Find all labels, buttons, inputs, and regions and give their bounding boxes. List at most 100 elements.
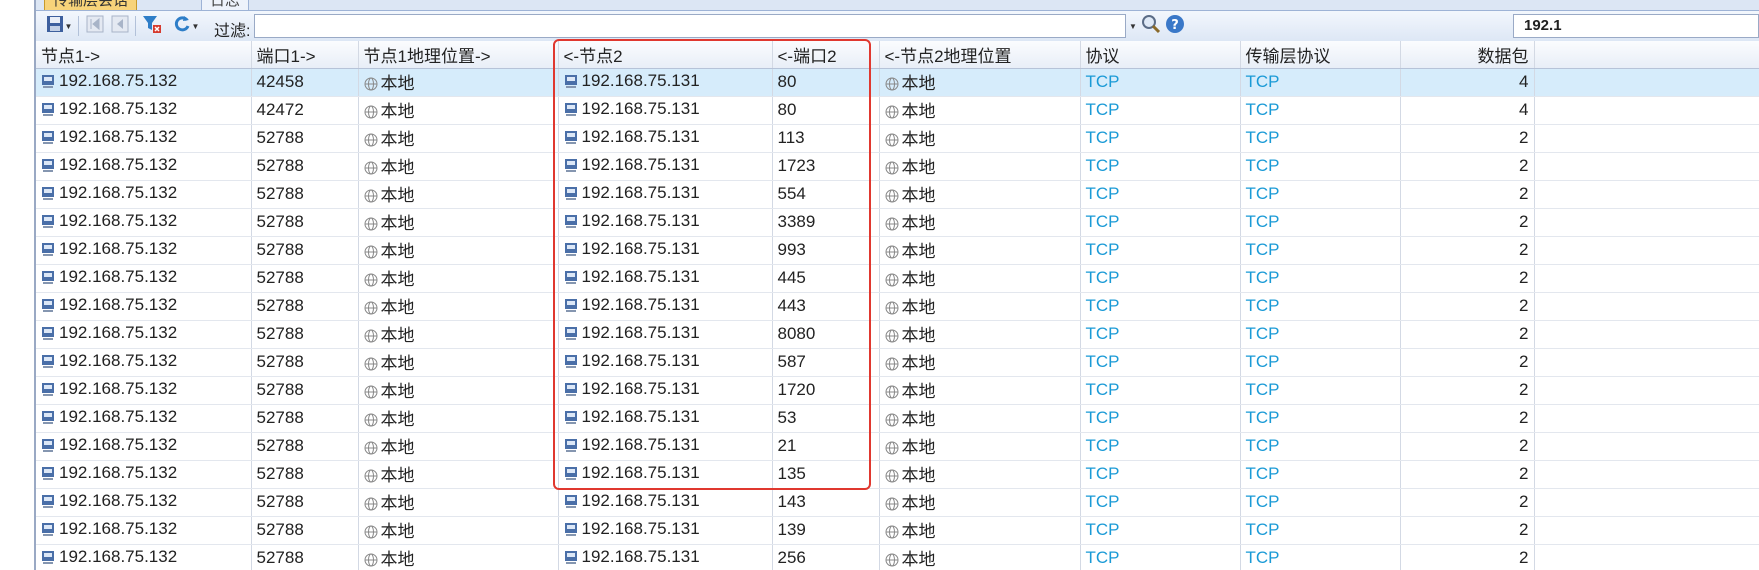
cell-protocol-link[interactable]: TCP	[1080, 292, 1241, 321]
geo2-label: 本地	[901, 297, 936, 317]
column-header-transport-protocol[interactable]: 传输层协议	[1240, 41, 1401, 69]
cell-transport-protocol-link[interactable]: TCP	[1240, 292, 1401, 321]
table-row[interactable]: 192.168.75.132 52788 本地 192.168.75.131 587 本地…	[36, 348, 1759, 377]
cell-protocol-link[interactable]: TCP	[1080, 124, 1241, 153]
cell-node1: 192.168.75.132	[36, 264, 252, 293]
help-button[interactable]: ?	[1164, 14, 1186, 37]
filter-dropdown-button[interactable]: ▼	[1126, 14, 1140, 38]
cell-protocol-link[interactable]: TCP	[1080, 152, 1241, 181]
cell-protocol-link[interactable]: TCP	[1080, 348, 1241, 377]
column-header-geo2[interactable]: <-节点2地理位置	[879, 41, 1081, 69]
cell-protocol-link[interactable]: TCP	[1080, 376, 1241, 405]
cell-packets: 2	[1400, 544, 1535, 570]
table-row[interactable]: 192.168.75.132 52788 本地 192.168.75.131 143 本地…	[36, 488, 1759, 517]
previous-page-icon	[111, 15, 129, 38]
previous-page-button[interactable]	[109, 15, 131, 37]
cell-transport-protocol-link[interactable]: TCP	[1240, 264, 1401, 293]
cell-protocol-link[interactable]: TCP	[1080, 68, 1241, 97]
table-row[interactable]: 192.168.75.132 52788 本地 192.168.75.131 993 本地…	[36, 236, 1759, 265]
cell-transport-protocol-link[interactable]: TCP	[1240, 348, 1401, 377]
table-row[interactable]: 192.168.75.132 52788 本地 192.168.75.131 256 本地…	[36, 544, 1759, 570]
cell-transport-protocol-link[interactable]: TCP	[1240, 544, 1401, 570]
address-field[interactable]: 192.1	[1513, 14, 1759, 38]
globe-icon	[885, 496, 899, 516]
table-row[interactable]: 192.168.75.132 52788 本地 192.168.75.131 21 本地 T…	[36, 432, 1759, 461]
table-row[interactable]: 192.168.75.132 42458 本地 192.168.75.131 80 本地 T…	[36, 68, 1759, 97]
save-button[interactable]: ▼	[44, 15, 74, 37]
node2-address: 192.168.75.131	[581, 183, 700, 202]
cell-port2: 256	[772, 544, 880, 570]
cell-port1: 52788	[251, 376, 359, 405]
geo1-label: 本地	[380, 465, 415, 485]
cell-transport-protocol-link[interactable]: TCP	[1240, 516, 1401, 545]
geo1-label: 本地	[380, 269, 415, 289]
cell-transport-protocol-link[interactable]: TCP	[1240, 236, 1401, 265]
column-header-geo1[interactable]: 节点1地理位置->	[358, 41, 559, 69]
table-row[interactable]: 192.168.75.132 52788 本地 192.168.75.131 3389 本…	[36, 208, 1759, 237]
cell-protocol-link[interactable]: TCP	[1080, 404, 1241, 433]
cell-transport-protocol-link[interactable]: TCP	[1240, 180, 1401, 209]
host-icon	[564, 241, 578, 261]
cell-protocol-link[interactable]: TCP	[1080, 432, 1241, 461]
cell-transport-protocol-link[interactable]: TCP	[1240, 320, 1401, 349]
search-icon	[1141, 14, 1161, 39]
table-row[interactable]: 192.168.75.132 52788 本地 192.168.75.131 113 本地…	[36, 124, 1759, 153]
table-row[interactable]: 192.168.75.132 42472 本地 192.168.75.131 80 本地 T…	[36, 96, 1759, 125]
cell-protocol-link[interactable]: TCP	[1080, 264, 1241, 293]
cell-protocol-link[interactable]: TCP	[1080, 180, 1241, 209]
tab-log[interactable]: 日志	[201, 0, 250, 10]
cell-transport-protocol-link[interactable]: TCP	[1240, 432, 1401, 461]
cell-filler	[1534, 152, 1759, 181]
tab-transport-sessions[interactable]: 传输层会话	[44, 0, 138, 10]
cell-protocol-link[interactable]: TCP	[1080, 544, 1241, 570]
cell-packets: 2	[1400, 236, 1535, 265]
column-header-node1[interactable]: 节点1->	[36, 41, 252, 69]
cell-protocol-link[interactable]: TCP	[1080, 96, 1241, 125]
table-row[interactable]: 192.168.75.132 52788 本地 192.168.75.131 135 本地…	[36, 460, 1759, 489]
table-row[interactable]: 192.168.75.132 52788 本地 192.168.75.131 445 本地…	[36, 264, 1759, 293]
geo1-label: 本地	[380, 129, 415, 149]
refresh-button[interactable]: ▼	[170, 15, 202, 37]
table-row[interactable]: 192.168.75.132 52788 本地 192.168.75.131 53 本地 T…	[36, 404, 1759, 433]
column-header-protocol[interactable]: 协议	[1080, 41, 1241, 69]
cell-protocol-link[interactable]: TCP	[1080, 488, 1241, 517]
table-row[interactable]: 192.168.75.132 52788 本地 192.168.75.131 8080 本…	[36, 320, 1759, 349]
cell-protocol-link[interactable]: TCP	[1080, 320, 1241, 349]
column-header-packets[interactable]: 数据包	[1400, 41, 1535, 69]
cell-transport-protocol-link[interactable]: TCP	[1240, 124, 1401, 153]
table-row[interactable]: 192.168.75.132 52788 本地 192.168.75.131 443 本地…	[36, 292, 1759, 321]
host-icon	[564, 409, 578, 429]
cell-transport-protocol-link[interactable]: TCP	[1240, 208, 1401, 237]
cell-protocol-link[interactable]: TCP	[1080, 208, 1241, 237]
search-button[interactable]	[1140, 14, 1162, 39]
cell-transport-protocol-link[interactable]: TCP	[1240, 460, 1401, 489]
geo2-label: 本地	[901, 129, 936, 149]
column-header-port1[interactable]: 端口1->	[251, 41, 359, 69]
cell-node1: 192.168.75.132	[36, 544, 252, 570]
cell-protocol-link[interactable]: TCP	[1080, 460, 1241, 489]
cell-transport-protocol-link[interactable]: TCP	[1240, 68, 1401, 97]
filter-input[interactable]	[254, 14, 1126, 38]
cell-transport-protocol-link[interactable]: TCP	[1240, 152, 1401, 181]
cell-protocol-link[interactable]: TCP	[1080, 236, 1241, 265]
table-row[interactable]: 192.168.75.132 52788 本地 192.168.75.131 554 本地…	[36, 180, 1759, 209]
cell-packets: 2	[1400, 180, 1535, 209]
filter-button[interactable]	[140, 15, 164, 37]
cell-protocol-link[interactable]: TCP	[1080, 516, 1241, 545]
cell-transport-protocol-link[interactable]: TCP	[1240, 376, 1401, 405]
column-header-node2[interactable]: <-节点2	[558, 41, 773, 69]
cell-node2: 192.168.75.131	[558, 96, 773, 125]
table-row[interactable]: 192.168.75.132 52788 本地 192.168.75.131 1720 本…	[36, 376, 1759, 405]
table-row[interactable]: 192.168.75.132 52788 本地 192.168.75.131 1723 本…	[36, 152, 1759, 181]
column-header-port2[interactable]: <-端口2	[772, 41, 880, 69]
cell-node1: 192.168.75.132	[36, 124, 252, 153]
first-page-button[interactable]	[84, 15, 106, 37]
node2-address: 192.168.75.131	[581, 435, 700, 454]
host-icon	[41, 185, 55, 205]
node2-address: 192.168.75.131	[581, 323, 700, 342]
cell-transport-protocol-link[interactable]: TCP	[1240, 96, 1401, 125]
cell-transport-protocol-link[interactable]: TCP	[1240, 488, 1401, 517]
cell-transport-protocol-link[interactable]: TCP	[1240, 404, 1401, 433]
cell-filler	[1534, 432, 1759, 461]
table-row[interactable]: 192.168.75.132 52788 本地 192.168.75.131 139 本地…	[36, 516, 1759, 545]
